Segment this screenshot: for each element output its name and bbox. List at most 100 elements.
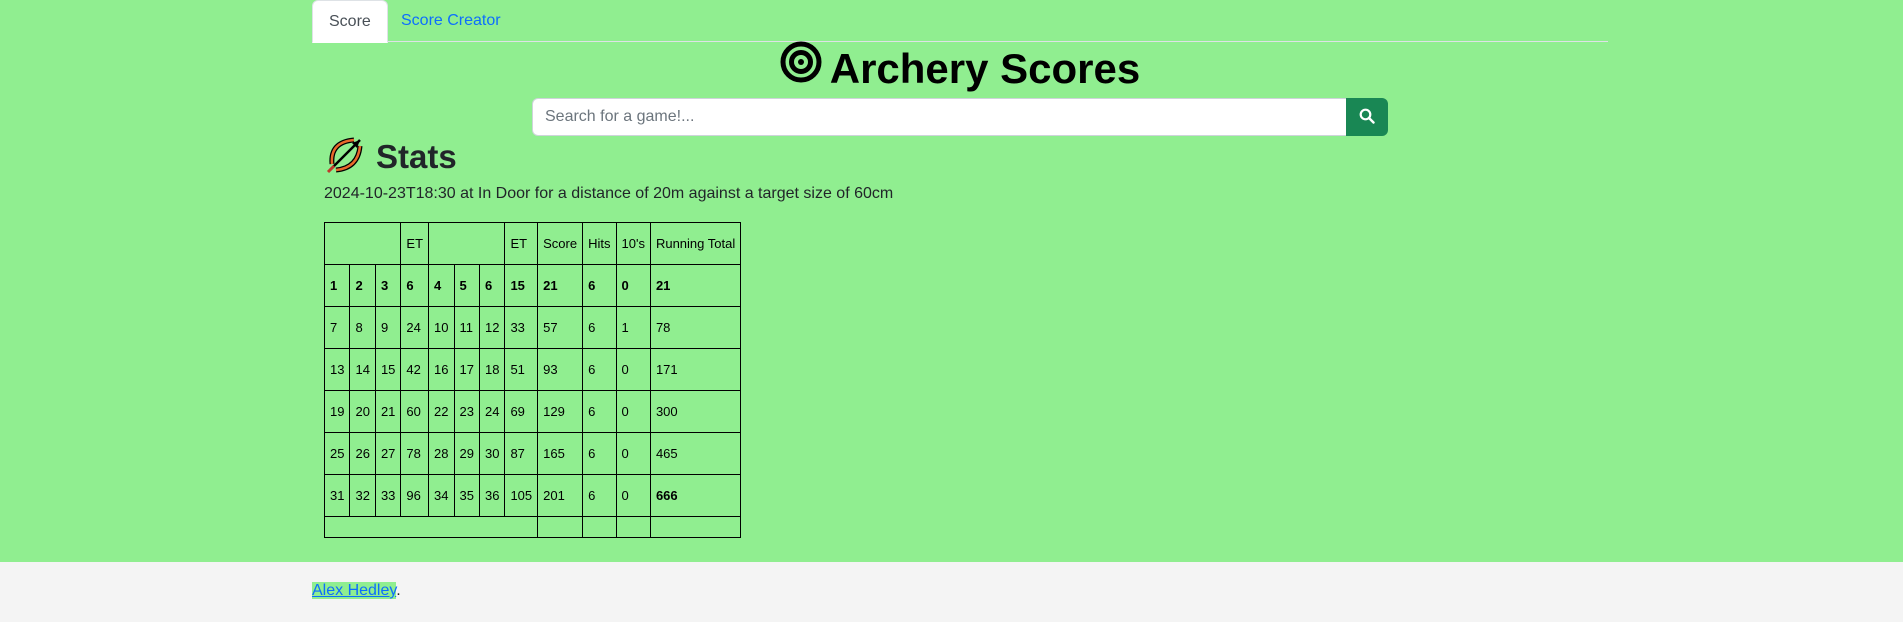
table-cell: 1 xyxy=(323,264,351,307)
table-row: 31 32 33 96 34 35 36 105 201 6 0 666 xyxy=(323,474,742,517)
table-row: 25 26 27 78 28 29 30 87 165 6 0 465 xyxy=(323,432,742,475)
header-cell: Score xyxy=(537,222,584,265)
table-cell: 11 xyxy=(453,306,480,349)
table-cell: 300 xyxy=(649,390,742,433)
table-cell: 21 xyxy=(374,390,402,433)
table-cell xyxy=(649,516,742,538)
table-cell: 10 xyxy=(428,306,455,349)
table-cell: 13 xyxy=(323,348,351,391)
search-icon xyxy=(1359,108,1375,127)
table-cell: 171 xyxy=(649,348,742,391)
table-cell: 28 xyxy=(428,432,455,475)
table-cell xyxy=(537,516,584,538)
table-cell: 69 xyxy=(504,390,539,433)
table-cell xyxy=(323,516,539,538)
tab-score-creator[interactable]: Score Creator xyxy=(385,0,517,42)
table-cell: 6 xyxy=(582,264,617,307)
table-cell: 18 xyxy=(478,348,506,391)
header-cell: Hits xyxy=(582,222,617,265)
table-cell: 15 xyxy=(374,348,402,391)
stats-label: Stats xyxy=(376,138,457,175)
table-cell: 30 xyxy=(478,432,506,475)
table-cell: 6 xyxy=(582,474,617,517)
table-cell: 78 xyxy=(400,432,430,475)
table-footer-row xyxy=(323,516,742,538)
table-cell: 8 xyxy=(349,306,376,349)
table-cell: 19 xyxy=(323,390,351,433)
table-cell: 17 xyxy=(453,348,480,391)
header-cell xyxy=(428,222,506,265)
table-cell: 51 xyxy=(504,348,539,391)
table-cell: 14 xyxy=(349,348,376,391)
footer-suffix: . xyxy=(396,582,401,599)
table-cell: 12 xyxy=(478,306,506,349)
table-cell: 34 xyxy=(428,474,455,517)
table-cell: 15 xyxy=(504,264,539,307)
table-cell: 0 xyxy=(615,432,651,475)
page-title: Archery Scores xyxy=(312,41,1608,95)
table-cell: 0 xyxy=(615,348,651,391)
table-row: 19 20 21 60 22 23 24 69 129 6 0 300 xyxy=(323,390,742,433)
table-cell: 5 xyxy=(453,264,480,307)
table-cell: 36 xyxy=(478,474,506,517)
table-cell: 1 xyxy=(615,306,651,349)
table-cell xyxy=(582,516,617,538)
table-cell: 21 xyxy=(649,264,742,307)
tab-score[interactable]: Score xyxy=(312,0,388,43)
table-cell: 20 xyxy=(349,390,376,433)
table-cell: 23 xyxy=(453,390,480,433)
table-cell: 93 xyxy=(537,348,584,391)
table-cell: 26 xyxy=(349,432,376,475)
table-cell xyxy=(615,516,651,538)
table-cell: 201 xyxy=(537,474,584,517)
table-cell: 6 xyxy=(582,390,617,433)
game-description: 2024-10-23T18:30 at In Door for a distan… xyxy=(324,185,894,202)
table-cell: 465 xyxy=(649,432,742,475)
table-cell: 33 xyxy=(504,306,539,349)
table-cell: 3 xyxy=(374,264,402,307)
table-cell: 7 xyxy=(323,306,351,349)
content-container: Score Score Creator Archery Scores Searc… xyxy=(312,0,1608,538)
table-cell: 35 xyxy=(453,474,480,517)
grand-total-cell: 666 xyxy=(649,474,742,517)
table-cell: 6 xyxy=(400,264,430,307)
search-input[interactable] xyxy=(532,98,1346,136)
stats-heading: Stats xyxy=(324,136,457,178)
table-row: 13 14 15 42 16 17 18 51 93 6 0 171 xyxy=(323,348,742,391)
author-link[interactable]: Alex Hedley xyxy=(312,582,397,599)
table-cell: 33 xyxy=(374,474,402,517)
table-cell: 9 xyxy=(374,306,402,349)
table-cell: 21 xyxy=(537,264,584,307)
table-cell: 60 xyxy=(400,390,430,433)
search-button[interactable] xyxy=(1346,98,1388,136)
table-row: 1 2 3 6 4 5 6 15 21 6 0 21 xyxy=(323,264,742,307)
score-table: ET ET Score Hits 10's Running Total 1 2 … xyxy=(323,222,742,538)
header-cell: 10's xyxy=(615,222,651,265)
table-cell: 0 xyxy=(615,264,651,307)
table-cell: 0 xyxy=(615,390,651,433)
table-cell: 105 xyxy=(504,474,539,517)
table-cell: 25 xyxy=(323,432,351,475)
table-cell: 29 xyxy=(453,432,480,475)
header-cell xyxy=(323,222,402,265)
table-cell: 6 xyxy=(582,348,617,391)
table-cell: 129 xyxy=(537,390,584,433)
table-cell: 31 xyxy=(323,474,351,517)
table-cell: 24 xyxy=(478,390,506,433)
table-row: 7 8 9 24 10 11 12 33 57 6 1 78 xyxy=(323,306,742,349)
footer: Alex Hedley. xyxy=(312,582,401,600)
table-cell: 27 xyxy=(374,432,402,475)
main-area: Score Score Creator Archery Scores Searc… xyxy=(0,0,1903,562)
table-cell: 6 xyxy=(582,432,617,475)
table-cell: 24 xyxy=(400,306,430,349)
table-cell: 0 xyxy=(615,474,651,517)
table-cell: 4 xyxy=(428,264,455,307)
table-cell: 96 xyxy=(400,474,430,517)
bow-arrow-icon xyxy=(324,134,366,181)
tab-bar: Score Score Creator xyxy=(312,0,1608,43)
target-icon xyxy=(780,41,822,95)
table-header-row: ET ET Score Hits 10's Running Total xyxy=(323,222,742,265)
header-cell: ET xyxy=(504,222,539,265)
header-cell: Running Total xyxy=(649,222,742,265)
table-cell: 57 xyxy=(537,306,584,349)
